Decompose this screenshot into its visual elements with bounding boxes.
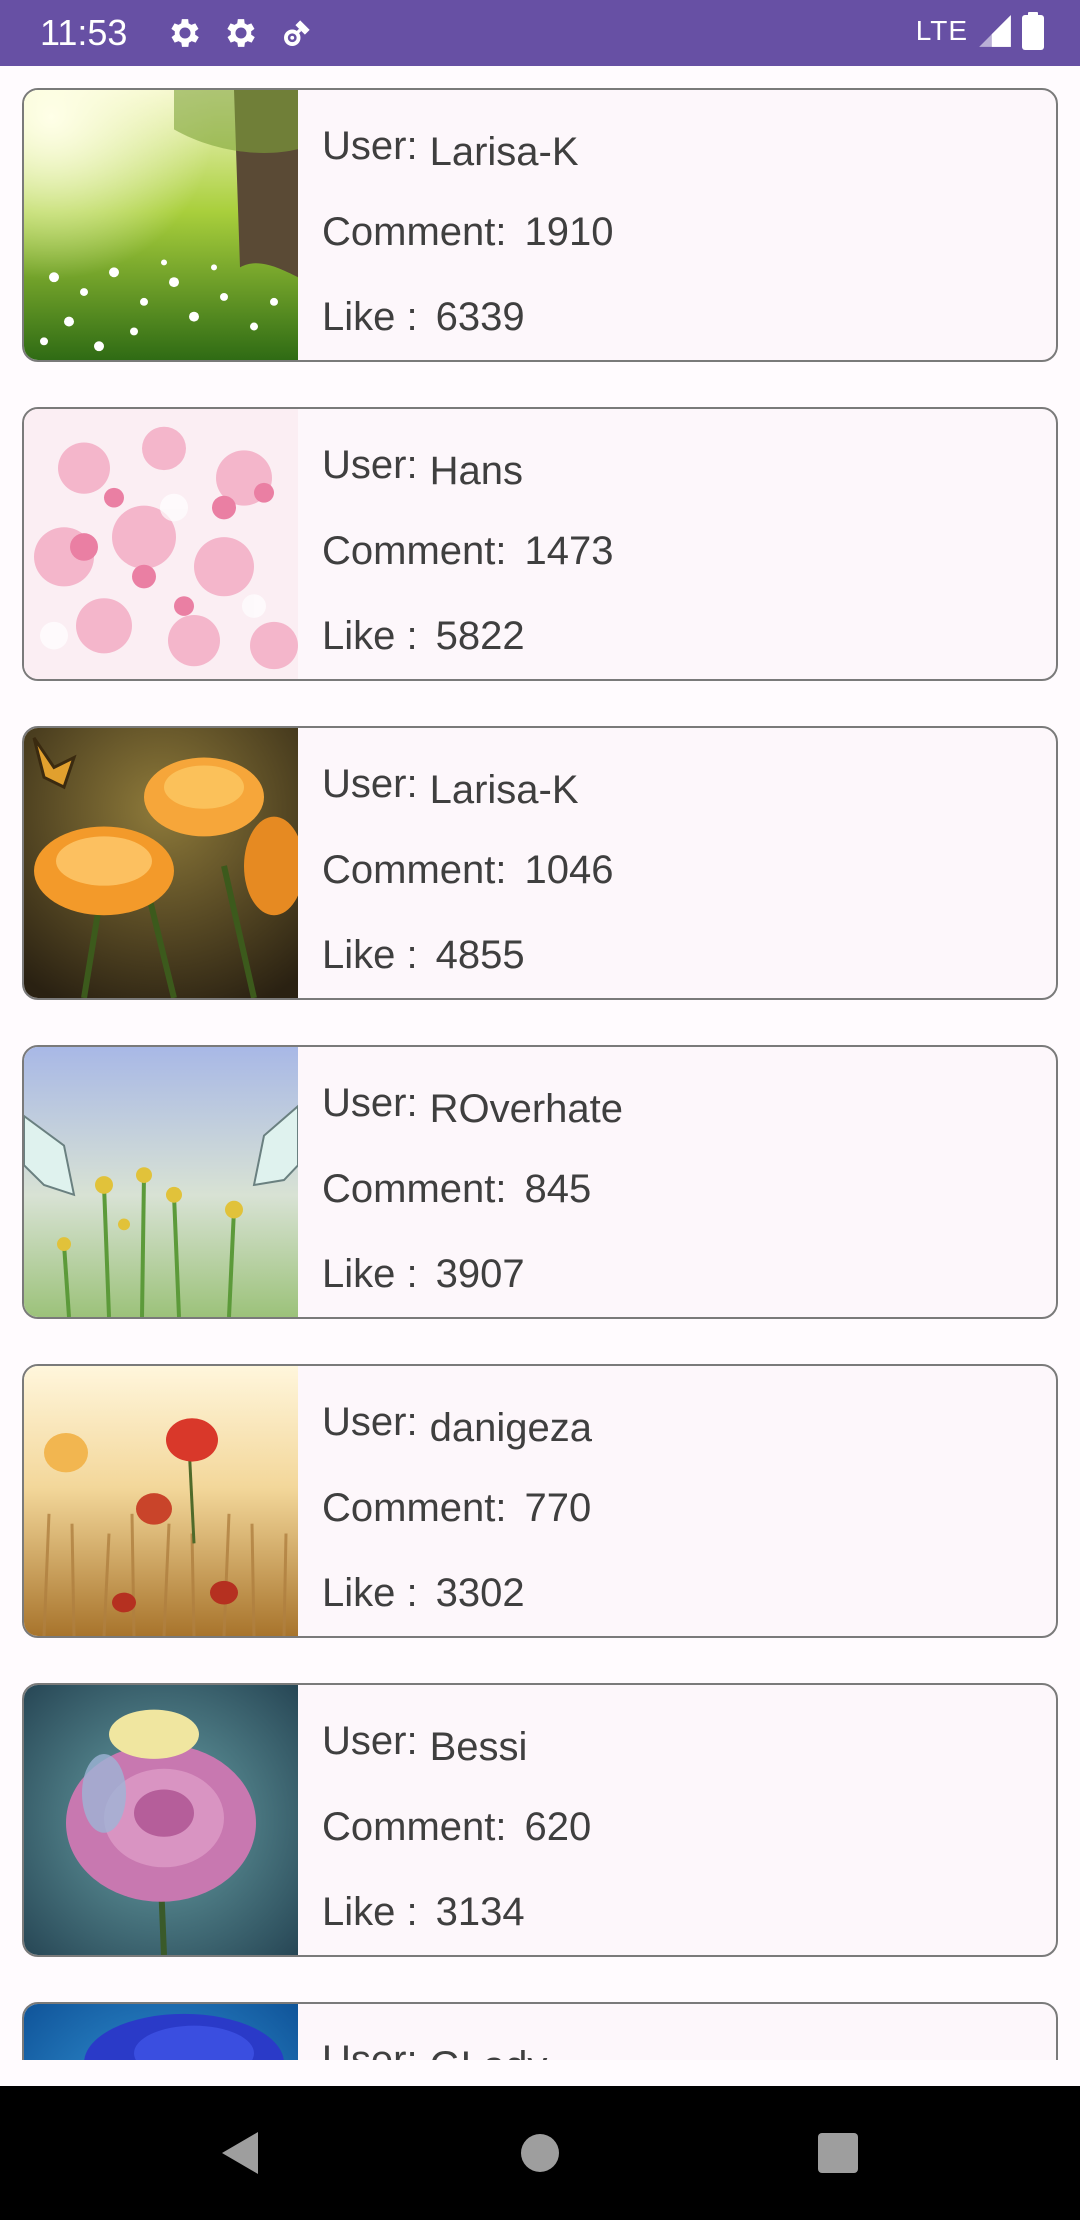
status-system-icons: LTE: [916, 12, 1044, 50]
like-label: Like :: [322, 1890, 418, 1934]
user-label: User:: [322, 1400, 418, 1444]
home-button[interactable]: [480, 2086, 600, 2220]
like-count: 3302: [435, 1571, 525, 1615]
user-label: User:: [322, 1719, 418, 1763]
recents-button[interactable]: [778, 2086, 898, 2220]
status-time: 11:53: [40, 12, 128, 53]
like-label: Like :: [322, 295, 418, 339]
like-count: 3134: [435, 1890, 525, 1934]
satellite-icon: [278, 14, 316, 52]
poppy-field-image: [24, 1366, 298, 1636]
user-name: Bessi: [429, 1725, 528, 1769]
comment-label: Comment:: [322, 1805, 507, 1849]
user-label: User:: [322, 443, 418, 487]
comment-label: Comment:: [322, 529, 507, 573]
home-icon: [521, 2134, 559, 2172]
orange-roses-butterfly-image: [24, 728, 298, 998]
user-label: User:: [322, 762, 418, 806]
user-label: User:: [322, 2038, 418, 2060]
comment-count: 1910: [524, 210, 614, 254]
like-count: 4855: [435, 933, 525, 977]
post-card[interactable]: User: GLady: [22, 2002, 1058, 2060]
post-card[interactable]: User: ROverhate Comment: 845 Like : 3907: [22, 1045, 1058, 1319]
post-card[interactable]: User: Bessi Comment: 620 Like : 3134: [22, 1683, 1058, 1957]
comment-count: 1046: [524, 848, 614, 892]
like-label: Like :: [322, 1252, 418, 1296]
comment-count: 1473: [524, 529, 614, 573]
post-card[interactable]: User: Hans Comment: 1473 Like : 5822: [22, 407, 1058, 681]
settings-icon: [222, 14, 260, 52]
comment-label: Comment:: [322, 210, 507, 254]
blue-flower-image: [24, 2004, 298, 2060]
comment-count: 770: [524, 1486, 592, 1530]
post-card[interactable]: User: Larisa-K Comment: 1046 Like : 4855: [22, 726, 1058, 1000]
like-label: Like :: [322, 614, 418, 658]
comment-count: 620: [524, 1805, 592, 1849]
status-bar: 11:53 LTE: [0, 0, 1080, 66]
post-card[interactable]: User: Larisa-K Comment: 1910 Like : 6339: [22, 88, 1058, 362]
comment-label: Comment:: [322, 848, 507, 892]
user-name: Larisa-K: [429, 768, 579, 812]
pink-rose-image: [24, 1685, 298, 1955]
user-label: User:: [322, 124, 418, 168]
post-list[interactable]: User:Larisa-K Comment:1910 Like :6339: [0, 66, 1080, 2060]
user-name: Larisa-K: [429, 130, 579, 174]
meadow-tree-image: [24, 90, 298, 360]
like-count: 3907: [435, 1252, 525, 1296]
user-name: GLady: [430, 2044, 548, 2060]
signal-icon: [976, 12, 1014, 50]
back-button[interactable]: [180, 2086, 300, 2220]
like-label: Like :: [322, 1571, 418, 1615]
user-label: User:: [322, 1081, 418, 1125]
comment-label: Comment:: [322, 1486, 507, 1530]
like-count: 5822: [435, 614, 525, 658]
like-label: Like :: [322, 933, 418, 977]
navigation-bar: [0, 2086, 1080, 2220]
settings-icon: [166, 14, 204, 52]
like-count: 6339: [435, 295, 525, 339]
network-type: LTE: [915, 15, 968, 46]
user-name: Hans: [429, 449, 523, 493]
comment-label: Comment:: [322, 1167, 507, 1211]
back-icon: [222, 2132, 258, 2174]
battery-icon: [1022, 12, 1044, 50]
user-name: ROverhate: [429, 1087, 623, 1131]
status-notification-icons: [166, 14, 316, 52]
comment-count: 845: [524, 1167, 592, 1211]
recents-icon: [818, 2133, 858, 2173]
butterflies-flowers-image: [24, 1047, 298, 1317]
cherry-blossom-image: [24, 409, 298, 679]
post-card[interactable]: User: danigeza Comment: 770 Like : 3302: [22, 1364, 1058, 1638]
user-name: danigeza: [429, 1406, 592, 1450]
